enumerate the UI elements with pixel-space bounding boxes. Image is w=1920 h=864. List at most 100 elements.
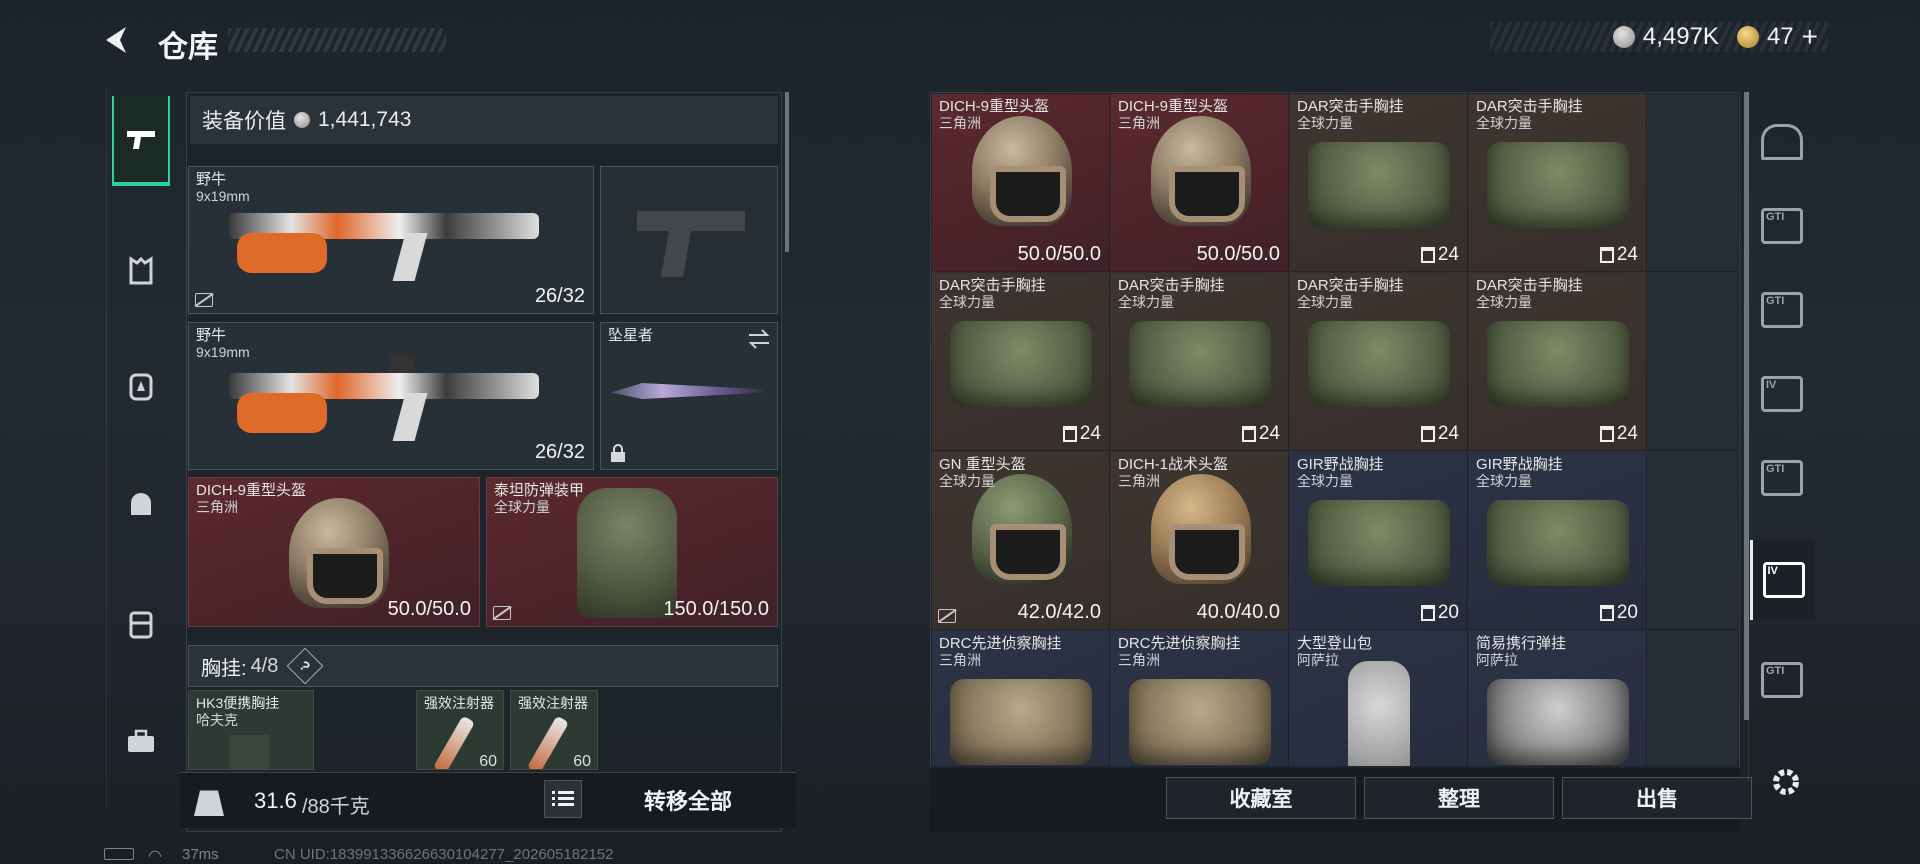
empty-storage-slot[interactable] bbox=[1648, 94, 1738, 272]
chest-rig-image bbox=[1308, 142, 1450, 228]
empty-storage-slot[interactable] bbox=[1648, 452, 1738, 630]
swap-icon[interactable] bbox=[747, 329, 771, 349]
equipment-value: 1,441,743 bbox=[318, 108, 412, 131]
storage-item[interactable]: DAR突击手胸挂 全球力量 24 bbox=[1469, 94, 1647, 272]
ping-value: 37ms bbox=[182, 846, 219, 863]
container-tab[interactable]: GTI bbox=[1750, 270, 1814, 350]
storage-item[interactable]: GIR野战胸挂 全球力量 20 bbox=[1290, 452, 1468, 630]
armor-origin: 全球力量 bbox=[494, 499, 550, 515]
collection-room-button[interactable]: 收藏室 bbox=[1166, 777, 1356, 819]
item-origin: 全球力量 bbox=[1118, 294, 1174, 310]
storage-item[interactable]: DAR突击手胸挂 全球力量 24 bbox=[1469, 273, 1647, 451]
secondary-weapon-slot[interactable] bbox=[600, 166, 778, 314]
primary-weapon-slot-1[interactable]: 野牛 9x19mm 26/32 bbox=[188, 166, 594, 314]
storage-item[interactable]: DRC先进侦察胸挂 三角洲 bbox=[1111, 631, 1289, 766]
no-insure-icon bbox=[493, 606, 511, 620]
item-capacity: 24 bbox=[1420, 244, 1459, 266]
melee-slot[interactable]: 坠星者 bbox=[600, 322, 778, 470]
pistol-placeholder-icon bbox=[637, 211, 745, 277]
item-name: GIR野战胸挂 bbox=[1297, 456, 1384, 473]
knife-image bbox=[611, 383, 767, 399]
sidebar-tab-backpack[interactable] bbox=[112, 340, 170, 430]
gti-container-icon: GTI bbox=[1761, 460, 1803, 496]
storage-item[interactable]: DAR突击手胸挂 全球力量 24 bbox=[1290, 273, 1468, 451]
item-origin: 全球力量 bbox=[1297, 294, 1353, 310]
item-name: DICH-1战术头盔 bbox=[1118, 456, 1229, 473]
settings-button[interactable] bbox=[1766, 762, 1806, 802]
storage-item[interactable]: DICH-9重型头盔 三角洲 50.0/50.0 bbox=[1111, 94, 1289, 272]
item-origin: 阿萨拉 bbox=[1297, 652, 1339, 668]
container-tab-label: GTI bbox=[1766, 463, 1785, 475]
item-name: DAR突击手胸挂 bbox=[1476, 98, 1583, 115]
item-capacity: 24 bbox=[1599, 423, 1638, 445]
rig-item[interactable]: HK3便携胸挂 哈夫克 bbox=[188, 690, 314, 770]
ticket-value: 47 bbox=[1766, 23, 1794, 50]
weapon-name: 野牛 bbox=[196, 171, 227, 188]
item-name: DICH-9重型头盔 bbox=[939, 98, 1050, 115]
armor-icon bbox=[129, 256, 153, 285]
page-title: 仓库 bbox=[158, 31, 218, 64]
coin-icon bbox=[1612, 26, 1635, 48]
sidebar-tab-armor[interactable] bbox=[112, 226, 170, 316]
gti-container-icon: GTI bbox=[1761, 662, 1803, 698]
rig-image bbox=[229, 735, 269, 769]
storage-item[interactable]: GIR野战胸挂 全球力量 20 bbox=[1469, 452, 1647, 630]
item-name: DAR突击手胸挂 bbox=[1118, 277, 1225, 294]
storage-item[interactable]: GN 重型头盔 全球力量 42.0/42.0 bbox=[932, 452, 1110, 630]
storage-item[interactable]: DAR突击手胸挂 全球力量 24 bbox=[932, 273, 1110, 451]
container-tab[interactable]: GTI bbox=[1750, 186, 1814, 266]
storage-item[interactable]: DICH-9重型头盔 三角洲 50.0/50.0 bbox=[932, 94, 1110, 272]
item-name: DRC先进侦察胸挂 bbox=[1118, 635, 1241, 652]
storage-item[interactable]: 简易携行弹挂 阿萨拉 bbox=[1469, 631, 1647, 766]
chest-rig-image bbox=[1308, 321, 1450, 407]
pistol-icon bbox=[127, 131, 155, 149]
container-tab[interactable] bbox=[1750, 102, 1814, 182]
container-tab[interactable]: IV bbox=[1750, 540, 1814, 620]
container-tab[interactable]: GTI bbox=[1750, 640, 1814, 720]
transfer-all-button[interactable]: 转移全部 bbox=[600, 782, 776, 818]
lock-icon bbox=[611, 444, 625, 462]
sidebar-tab-toolbox[interactable] bbox=[112, 696, 170, 786]
sidebar-tab-bag[interactable] bbox=[112, 578, 170, 668]
helmet-slot[interactable]: DICH-9重型头盔 三角洲 50.0/50.0 bbox=[188, 477, 480, 627]
sidebar-tab-weapon[interactable] bbox=[112, 96, 170, 186]
storage-item[interactable]: DICH-1战术头盔 三角洲 40.0/40.0 bbox=[1111, 452, 1289, 630]
injector-count: 60 bbox=[573, 753, 591, 770]
injector-item[interactable]: 强效注射器 60 bbox=[416, 690, 504, 770]
empty-storage-slot[interactable] bbox=[1648, 273, 1738, 451]
smg-sight bbox=[389, 355, 415, 373]
chest-rig-image bbox=[1129, 679, 1271, 765]
list-button[interactable] bbox=[544, 780, 582, 818]
storage-item[interactable]: DRC先进侦察胸挂 三角洲 bbox=[932, 631, 1110, 766]
add-ticket-button[interactable]: + bbox=[1802, 23, 1818, 51]
chest-rig-image bbox=[950, 679, 1092, 765]
rig-header: 胸挂: 4/8 ? bbox=[188, 645, 778, 687]
storage-item[interactable]: DAR突击手胸挂 全球力量 24 bbox=[1111, 273, 1289, 451]
injector-item[interactable]: 强效注射器 60 bbox=[510, 690, 598, 770]
chest-rig-image bbox=[1487, 321, 1629, 407]
storage-item[interactable]: 大型登山包 阿萨拉 bbox=[1290, 631, 1468, 766]
panel-scrollbar[interactable] bbox=[785, 92, 789, 252]
item-origin: 三角洲 bbox=[1118, 652, 1160, 668]
backpack-icon bbox=[129, 373, 153, 401]
weapon-caliber: 9x19mm bbox=[196, 344, 250, 360]
item-name: DRC先进侦察胸挂 bbox=[939, 635, 1062, 652]
item-durability: 50.0/50.0 bbox=[1017, 243, 1101, 265]
sell-button[interactable]: 出售 bbox=[1562, 777, 1752, 819]
back-button[interactable] bbox=[100, 22, 140, 58]
armor-slot[interactable]: 泰坦防弹装甲 全球力量 150.0/150.0 bbox=[486, 477, 778, 627]
battery-icon bbox=[104, 848, 134, 860]
weight-max: /88千克 bbox=[302, 796, 370, 818]
item-origin: 三角洲 bbox=[939, 652, 981, 668]
rig-help-icon[interactable]: ? bbox=[286, 647, 324, 685]
coin-icon bbox=[294, 112, 310, 128]
sidebar-tab-helmet[interactable] bbox=[112, 460, 170, 550]
melee-name: 坠星者 bbox=[608, 327, 654, 344]
empty-storage-slot[interactable] bbox=[1648, 631, 1738, 766]
sort-button[interactable]: 整理 bbox=[1364, 777, 1554, 819]
container-tab[interactable]: IV bbox=[1750, 354, 1814, 434]
item-capacity: 20 bbox=[1599, 602, 1638, 624]
storage-item[interactable]: DAR突击手胸挂 全球力量 24 bbox=[1290, 94, 1468, 272]
primary-weapon-slot-2[interactable]: 野牛 9x19mm 26/32 bbox=[188, 322, 594, 470]
container-tab[interactable]: GTI bbox=[1750, 438, 1814, 518]
